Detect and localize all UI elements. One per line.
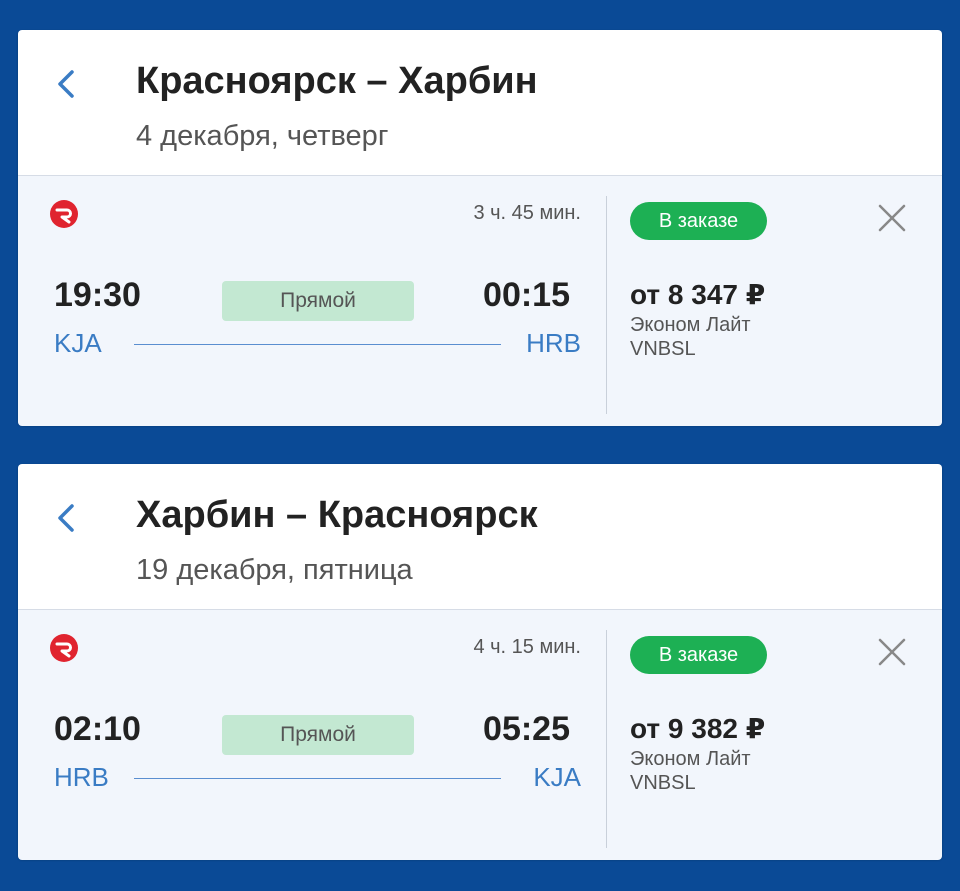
route-date: 19 декабря, пятница xyxy=(136,554,413,586)
trip-card: Красноярск – Харбин 4 декабря, четверг 3… xyxy=(18,30,942,426)
airline-logo-icon xyxy=(50,200,78,228)
departure-airport-code: HRB xyxy=(54,762,109,792)
arrival-time: 00:15 xyxy=(483,276,570,314)
flight-option[interactable]: 4 ч. 15 мин. 02:10 Прямой 05:25 HRB KJA … xyxy=(18,609,942,860)
divider xyxy=(606,630,607,848)
departure-time: 02:10 xyxy=(54,710,141,748)
back-button[interactable] xyxy=(52,498,82,538)
price: от 9 382 ₽ xyxy=(630,713,766,744)
route-line xyxy=(134,344,501,345)
remove-flight-button[interactable] xyxy=(876,636,908,668)
close-icon xyxy=(878,638,906,666)
flight-duration: 3 ч. 45 мин. xyxy=(473,202,581,224)
departure-time: 19:30 xyxy=(54,276,141,314)
status-badge: В заказе xyxy=(630,202,767,240)
fare-code: VNBSL xyxy=(630,338,696,360)
fare-code: VNBSL xyxy=(630,772,696,794)
fare-name: Эконом Лайт xyxy=(630,748,751,770)
route-date: 4 декабря, четверг xyxy=(136,120,389,152)
arrival-time: 05:25 xyxy=(483,710,570,748)
airline-logo-icon xyxy=(50,634,78,662)
chevron-left-icon xyxy=(58,70,74,98)
close-icon xyxy=(878,204,906,232)
chevron-left-icon xyxy=(58,504,74,532)
trip-header: Красноярск – Харбин 4 декабря, четверг xyxy=(18,30,942,176)
trip-header: Харбин – Красноярск 19 декабря, пятница xyxy=(18,464,942,610)
arrival-airport-code: KJA xyxy=(533,762,581,792)
price: от 8 347 ₽ xyxy=(630,279,766,310)
departure-airport-code: KJA xyxy=(54,328,102,358)
status-badge: В заказе xyxy=(630,636,767,674)
route-title: Красноярск – Харбин xyxy=(136,60,538,102)
divider xyxy=(606,196,607,414)
fare-name: Эконом Лайт xyxy=(630,314,751,336)
arrival-airport-code: HRB xyxy=(526,328,581,358)
direct-flight-label: Прямой xyxy=(222,281,414,321)
trip-card: Харбин – Красноярск 19 декабря, пятница … xyxy=(18,464,942,860)
back-button[interactable] xyxy=(52,64,82,104)
route-line xyxy=(134,778,501,779)
route-title: Харбин – Красноярск xyxy=(136,494,538,536)
flight-option[interactable]: 3 ч. 45 мин. 19:30 Прямой 00:15 KJA HRB … xyxy=(18,175,942,426)
flight-duration: 4 ч. 15 мин. xyxy=(473,636,581,658)
remove-flight-button[interactable] xyxy=(876,202,908,234)
direct-flight-label: Прямой xyxy=(222,715,414,755)
